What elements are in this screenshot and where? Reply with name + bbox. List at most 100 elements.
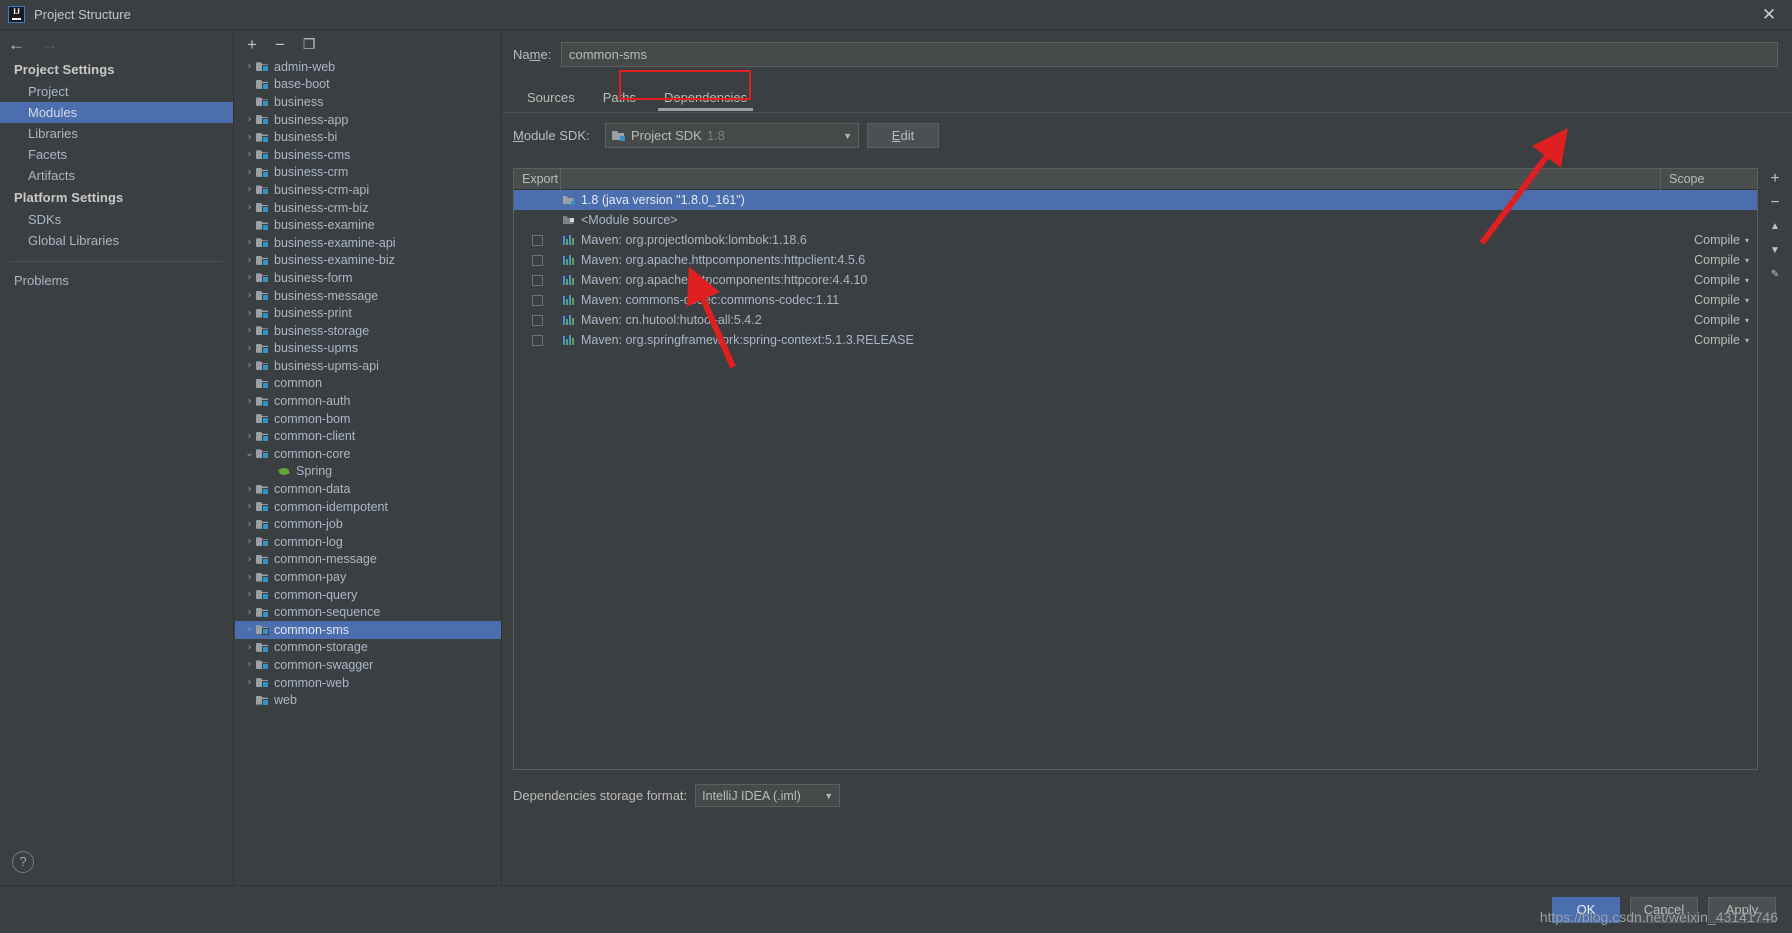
tree-item-common-bom[interactable]: common-bom [235,410,501,428]
chevron-right-icon[interactable]: › [243,501,256,512]
scope-select[interactable]: Compile ▾ [1661,293,1757,307]
chevron-right-icon[interactable]: › [243,272,256,283]
chevron-right-icon[interactable]: › [243,202,256,213]
sidebar-item-global-libraries[interactable]: Global Libraries [0,230,233,251]
tree-item-business-examine-biz[interactable]: › business-examine-biz [235,252,501,270]
tree-item-business-examine-api[interactable]: › business-examine-api [235,234,501,252]
move-up-button[interactable]: ▲ [1770,220,1780,234]
dependency-row[interactable]: Maven: cn.hutool:hutool-all:5.4.2 Compile… [514,310,1757,330]
dependency-row[interactable]: Maven: commons-codec:commons-codec:1.11 C… [514,290,1757,310]
chevron-right-icon[interactable]: › [243,484,256,495]
module-name-input[interactable]: common-sms [561,42,1778,67]
add-dependency-button[interactable]: + [1770,171,1779,187]
tree-item-business[interactable]: business [235,93,501,111]
copy-module-button[interactable]: ❐ [303,36,316,53]
tree-item-common-sequence[interactable]: › common-sequence [235,603,501,621]
sidebar-item-project[interactable]: Project [0,81,233,102]
tree-item-business-storage[interactable]: › business-storage [235,322,501,340]
chevron-right-icon[interactable]: › [243,132,256,143]
forward-arrow-icon[interactable]: → [41,36,58,53]
tree-item-base-boot[interactable]: base-boot [235,76,501,94]
scope-select[interactable]: Compile ▾ [1661,253,1757,267]
chevron-right-icon[interactable]: › [243,325,256,336]
chevron-right-icon[interactable]: › [243,255,256,266]
module-sdk-select[interactable]: Project SDK 1.8 ▼ [605,123,859,148]
tree-item-common-sms[interactable]: › common-sms [235,621,501,639]
chevron-right-icon[interactable]: › [243,659,256,670]
chevron-right-icon[interactable]: › [243,237,256,248]
tree-item-common-pay[interactable]: › common-pay [235,568,501,586]
edit-dependency-button[interactable]: ✎ [1771,268,1779,282]
tree-item-common-data[interactable]: › common-data [235,480,501,498]
tree-item-common-swagger[interactable]: › common-swagger [235,656,501,674]
back-arrow-icon[interactable]: ← [8,36,25,53]
close-icon[interactable]: ✕ [1760,6,1778,24]
scope-select[interactable]: Compile ▾ [1661,313,1757,327]
help-button[interactable]: ? [12,851,34,873]
scope-select[interactable]: Compile ▾ [1661,273,1757,287]
tree-item-business-bi[interactable]: › business-bi [235,128,501,146]
scope-select[interactable]: Compile ▾ [1661,333,1757,347]
export-checkbox[interactable] [532,254,543,266]
tree-item-business-form[interactable]: › business-form [235,269,501,287]
tab-paths[interactable]: Paths [589,84,650,113]
tree-item-business-upms[interactable]: › business-upms [235,340,501,358]
chevron-right-icon[interactable]: › [243,589,256,600]
chevron-right-icon[interactable]: › [243,431,256,442]
tree-item-common-message[interactable]: › common-message [235,551,501,569]
export-checkbox-cell[interactable] [514,254,561,266]
chevron-down-icon[interactable]: ⌄ [243,448,256,459]
tree-item-business-app[interactable]: › business-app [235,111,501,129]
chevron-right-icon[interactable]: › [243,149,256,160]
tree-item-common-idempotent[interactable]: › common-idempotent [235,498,501,516]
dependency-row[interactable]: 1.8 (java version "1.8.0_161") [514,190,1757,210]
tree-item-common-log[interactable]: › common-log [235,533,501,551]
tree-item-common[interactable]: common [235,375,501,393]
tree-item-business-crm-api[interactable]: › business-crm-api [235,181,501,199]
module-tree[interactable]: › admin-web base-boot business › business-a… [235,58,501,885]
chevron-right-icon[interactable]: › [243,343,256,354]
tree-item-business-cms[interactable]: › business-cms [235,146,501,164]
chevron-right-icon[interactable]: › [243,624,256,635]
export-checkbox[interactable] [532,234,543,246]
export-checkbox-cell[interactable] [514,234,561,246]
chevron-right-icon[interactable]: › [243,114,256,125]
export-checkbox[interactable] [532,314,543,326]
remove-module-button[interactable]: − [275,36,285,53]
tab-sources[interactable]: Sources [513,84,589,113]
chevron-right-icon[interactable]: › [243,308,256,319]
sidebar-item-facets[interactable]: Facets [0,144,233,165]
export-checkbox-cell[interactable] [514,274,561,286]
export-checkbox-cell[interactable] [514,334,561,346]
export-checkbox[interactable] [532,334,543,346]
chevron-right-icon[interactable]: › [243,519,256,530]
dependencies-list[interactable]: 1.8 (java version "1.8.0_161") <Module so… [514,190,1757,350]
add-module-button[interactable]: + [247,36,257,53]
sidebar-item-libraries[interactable]: Libraries [0,123,233,144]
sidebar-item-artifacts[interactable]: Artifacts [0,165,233,186]
tree-item-web[interactable]: web [235,691,501,709]
tree-item-business-message[interactable]: › business-message [235,287,501,305]
sidebar-item-sdks[interactable]: SDKs [0,209,233,230]
chevron-right-icon[interactable]: › [243,184,256,195]
tab-dependencies[interactable]: Dependencies [650,84,761,113]
tree-item-spring[interactable]: Spring [235,463,501,481]
tree-item-common-web[interactable]: › common-web [235,674,501,692]
chevron-right-icon[interactable]: › [243,290,256,301]
scope-select[interactable]: Compile ▾ [1661,233,1757,247]
tree-item-common-query[interactable]: › common-query [235,586,501,604]
dependency-row[interactable]: <Module source> [514,210,1757,230]
chevron-right-icon[interactable]: › [243,607,256,618]
sidebar-item-problems[interactable]: Problems [0,270,233,291]
chevron-right-icon[interactable]: › [243,554,256,565]
sidebar-item-modules[interactable]: Modules [0,102,233,123]
edit-sdk-button[interactable]: Edit [867,123,939,148]
storage-format-select[interactable]: IntelliJ IDEA (.iml) ▼ [695,784,841,807]
tree-item-business-print[interactable]: › business-print [235,304,501,322]
chevron-right-icon[interactable]: › [243,167,256,178]
tree-item-common-storage[interactable]: › common-storage [235,639,501,657]
tree-item-common-client[interactable]: › common-client [235,427,501,445]
chevron-right-icon[interactable]: › [243,61,256,72]
tree-item-common-auth[interactable]: › common-auth [235,392,501,410]
tree-item-business-examine[interactable]: business-examine [235,216,501,234]
